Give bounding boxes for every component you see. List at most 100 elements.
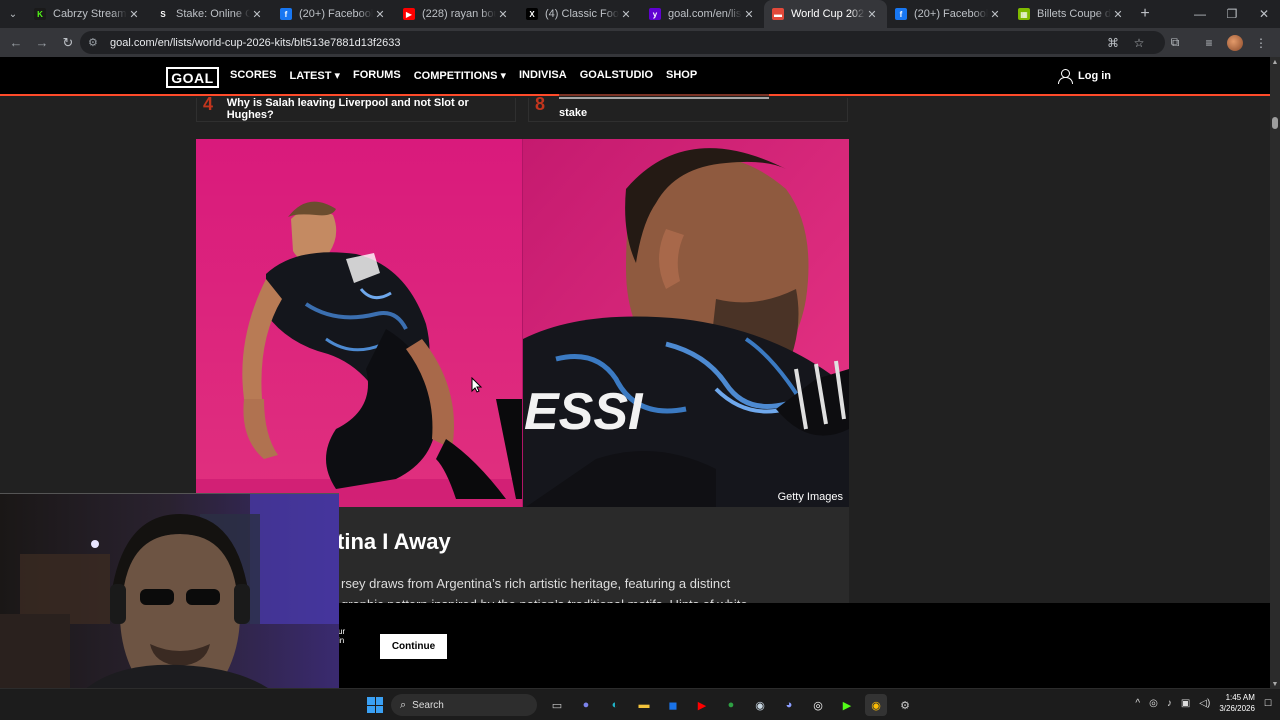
nav-item[interactable]: SCORES: [230, 69, 276, 82]
task-view-icon[interactable]: ▭: [546, 694, 568, 716]
site-header: GOAL SCORES LATEST ▾ FORUMS COMPETITIONS ▾ I…: [0, 57, 1270, 96]
menu-kebab-icon[interactable]: ⋮: [1248, 31, 1274, 55]
tab-favicon-icon: y: [649, 8, 661, 20]
browser-tab[interactable]: ▬ World Cup 2026 kits✕: [764, 0, 887, 28]
tab-close-icon[interactable]: ✕: [619, 8, 633, 21]
profile-avatar[interactable]: [1227, 34, 1243, 51]
login-label: Log in: [1078, 69, 1111, 82]
file-explorer-icon[interactable]: ▬: [633, 694, 655, 716]
tab-close-icon[interactable]: ✕: [865, 8, 879, 21]
nav-item[interactable]: FORUMS: [353, 69, 401, 82]
reload-icon[interactable]: ↻: [56, 31, 80, 55]
nav-item[interactable]: COMPETITIONS ▾: [414, 69, 506, 82]
notifications-icon[interactable]: ☐: [1264, 698, 1272, 709]
translate-icon[interactable]: ⌘: [1100, 31, 1126, 55]
tab-close-icon[interactable]: ✕: [742, 8, 756, 21]
restore-icon[interactable]: ❐: [1216, 0, 1248, 28]
tab-title: World Cup 2026 kits: [791, 8, 865, 20]
youtube-icon[interactable]: ▶: [691, 694, 713, 716]
image-credit: Getty Images: [777, 491, 843, 503]
tab-title: goal.com/en/lists/w: [668, 8, 742, 20]
scroll-down-icon[interactable]: ▼: [1270, 681, 1280, 688]
clock-date: 3/26/2026: [1219, 704, 1255, 713]
browser-tab[interactable]: S Stake: Online Casino✕: [149, 0, 272, 28]
nav-item[interactable]: GOALSTUDIO: [580, 69, 653, 82]
nav-item[interactable]: INDIVISA: [519, 69, 567, 82]
scroll-up-icon[interactable]: ▲: [1270, 59, 1280, 66]
windows-taskbar: ⌕ Search ▭ ● ◐ ▬ ◼ ▶ ● ◉ ◕ ◎ ▶ ◉ ⚙ ^ ◎ ♪…: [0, 688, 1280, 720]
back-arrow-icon[interactable]: ←: [4, 31, 28, 55]
kick-icon[interactable]: ▶: [836, 694, 858, 716]
tab-favicon-icon: ▬: [772, 8, 784, 20]
tab-title: (20+) Facebook: [914, 8, 988, 20]
taskbar-search-label: Search: [412, 699, 444, 711]
user-icon: [1058, 69, 1073, 84]
tab-close-icon[interactable]: ✕: [127, 8, 141, 21]
close-window-icon[interactable]: ✕: [1248, 0, 1280, 28]
minimize-icon[interactable]: —: [1184, 0, 1216, 28]
xbox-icon[interactable]: ●: [720, 694, 742, 716]
tray-chevron-icon[interactable]: ^: [1135, 698, 1140, 709]
related-title: Why is Salah leaving Liverpool and not S…: [226, 97, 469, 121]
article-body-line: rsey draws from Argentina’s rich artisti…: [341, 576, 731, 591]
new-tab-button[interactable]: +: [1133, 5, 1157, 23]
browser-tab[interactable]: K Cabrzy Stream - Watch✕: [26, 0, 149, 28]
taskbar-apps: ▭ ● ◐ ▬ ◼ ▶ ● ◉ ◕ ◎ ▶ ◉ ⚙: [546, 694, 916, 716]
tab-favicon-icon: ▶: [403, 8, 415, 20]
related-title: stake: [559, 107, 588, 119]
teams-icon[interactable]: ●: [575, 694, 597, 716]
media-controls-icon[interactable]: ≡: [1196, 31, 1222, 55]
taskbar-search[interactable]: ⌕ Search: [391, 694, 537, 716]
tab-close-icon[interactable]: ✕: [988, 8, 1002, 21]
hero-photo: ESSI: [196, 139, 849, 507]
nav-item[interactable]: LATEST ▾: [289, 69, 340, 82]
tab-favicon-icon: f: [895, 8, 907, 20]
network-icon[interactable]: ▣: [1181, 698, 1190, 709]
windows-start-icon[interactable]: [367, 697, 383, 713]
settings-icon[interactable]: ⚙: [894, 694, 916, 716]
outlook-icon[interactable]: ◼: [662, 694, 684, 716]
system-tray: ^ ◎ ♪ ▣ ◁) 1:45 AM 3/26/2026 ☐: [1135, 692, 1272, 714]
related-item[interactable]: 4 Why is Salah leaving Liverpool and not…: [196, 94, 516, 122]
tab-close-icon[interactable]: ✕: [250, 8, 264, 21]
address-bar[interactable]: ⚙ goal.com/en/lists/world-cup-2026-kits/…: [80, 31, 1165, 54]
extensions-icon[interactable]: ⧉: [1162, 31, 1188, 55]
edge-icon[interactable]: ◐: [604, 694, 626, 716]
browser-tab[interactable]: ▦ Billets Coupe du Mon✕: [1010, 0, 1133, 28]
discord-icon[interactable]: ◕: [778, 694, 800, 716]
browser-tab[interactable]: X (4) Classic Football Sh✕: [518, 0, 641, 28]
page-scrollbar[interactable]: ▲ ▼: [1270, 57, 1280, 688]
tab-close-icon[interactable]: ✕: [373, 8, 387, 21]
related-item[interactable]: 8 stake: [528, 94, 848, 122]
obs-icon[interactable]: ◎: [807, 694, 829, 716]
browser-tab[interactable]: y goal.com/en/lists/w✕: [641, 0, 764, 28]
tab-search-chevron-icon[interactable]: ⌄: [0, 0, 26, 28]
browser-tab[interactable]: ▶ (228) rayan bounida✕: [395, 0, 518, 28]
bookmark-star-icon[interactable]: ☆: [1126, 31, 1152, 55]
browser-tab[interactable]: f (20+) Facebook ✕: [272, 0, 395, 28]
tab-close-icon[interactable]: ✕: [1111, 8, 1125, 21]
tab-favicon-icon: f: [280, 8, 292, 20]
continue-button[interactable]: Continue: [380, 634, 447, 659]
chrome-icon[interactable]: ◉: [865, 694, 887, 716]
forward-arrow-icon[interactable]: →: [30, 31, 54, 55]
microphone-icon[interactable]: ♪: [1167, 698, 1172, 709]
jersey-name-text: ESSI: [524, 383, 644, 441]
tab-close-icon[interactable]: ✕: [496, 8, 510, 21]
tab-favicon-icon: X: [526, 8, 538, 20]
nav-item[interactable]: SHOP: [666, 69, 697, 82]
goal-logo[interactable]: GOAL: [166, 67, 219, 88]
scrollbar-thumb[interactable]: [1272, 117, 1278, 129]
related-title-wrap: stake: [559, 94, 769, 121]
login-button[interactable]: Log in: [1058, 69, 1111, 84]
taskbar-clock[interactable]: 1:45 AM 3/26/2026: [1219, 692, 1255, 714]
clock-time: 1:45 AM: [1225, 693, 1255, 702]
site-info-icon[interactable]: ⚙: [88, 36, 102, 49]
tray-app-icon[interactable]: ◎: [1149, 698, 1158, 709]
steam-icon[interactable]: ◉: [749, 694, 771, 716]
related-articles: 4 Why is Salah leaving Liverpool and not…: [196, 94, 849, 122]
volume-icon[interactable]: ◁): [1199, 698, 1210, 709]
tab-title: (228) rayan bounida: [422, 8, 496, 20]
hero-image: ESSI Getty Images: [196, 139, 849, 507]
browser-tab[interactable]: f (20+) Facebook ✕: [887, 0, 1010, 28]
